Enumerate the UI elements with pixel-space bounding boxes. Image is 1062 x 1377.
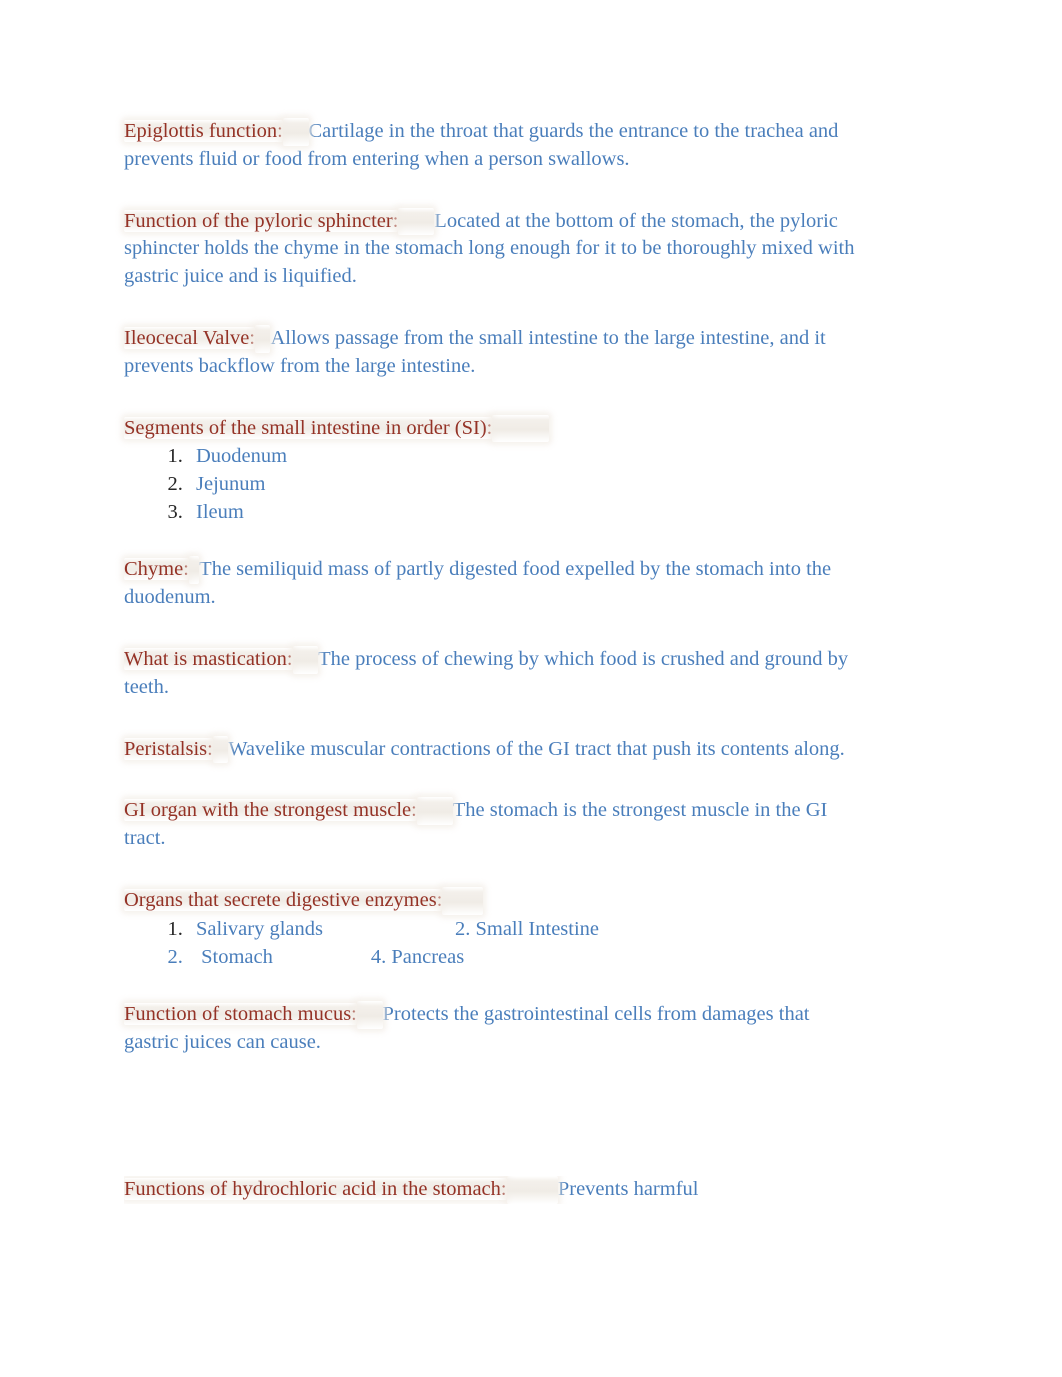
highlight-trail-stomach-mucus bbox=[356, 1000, 383, 1029]
qa-entry-stomach-mucus: Function of stomach mucus: Protects the … bbox=[124, 1000, 864, 1057]
qa-entry-small-intestine-segments: Segments of the small intestine in order… bbox=[124, 414, 864, 527]
qa-entry-strongest-muscle: GI organ with the strongest muscle: The … bbox=[124, 797, 864, 853]
highlight-trail-hydrochloric-acid bbox=[506, 1176, 558, 1205]
document-body: Epiglottis function: Cartilage in the th… bbox=[124, 118, 864, 1205]
list-item-label: Ileum bbox=[196, 501, 244, 524]
question-label-strongest-muscle: GI organ with the strongest muscle: bbox=[124, 799, 417, 822]
answer-text-hydrochloric-acid: Prevents harmful bbox=[557, 1178, 699, 1201]
highlight-trail-chyme bbox=[188, 556, 200, 585]
list-item-label-right: 4. Pancreas bbox=[370, 945, 465, 968]
list-item-label: Duodenum bbox=[196, 445, 288, 468]
question-row-small-intestine-segments: Segments of the small intestine in order… bbox=[124, 414, 864, 443]
list-item: Stomach 4. Pancreas bbox=[188, 943, 864, 971]
document-page: Epiglottis function: Cartilage in the th… bbox=[0, 0, 1062, 1377]
qa-entry-peristalsis: Peristalsis: Wavelike muscular contracti… bbox=[124, 735, 864, 764]
highlight-trail-small-intestine-segments bbox=[492, 414, 549, 443]
qa-entry-chyme: Chyme: The semiliquid mass of partly dig… bbox=[124, 556, 864, 612]
list-item-label: Jejunum bbox=[196, 473, 266, 496]
list-item: Salivary glands 2. Small Intestine bbox=[188, 915, 864, 943]
question-label-digestive-enzyme-organs: Organs that secrete digestive enzymes: bbox=[124, 888, 443, 911]
answer-text-peristalsis: Wavelike muscular contractions of the GI… bbox=[228, 737, 845, 760]
highlight-trail-peristalsis bbox=[212, 735, 229, 764]
qa-entry-hydrochloric-acid: Functions of hydrochloric acid in the st… bbox=[124, 1176, 884, 1205]
question-label-hydrochloric-acid: Functions of hydrochloric acid in the st… bbox=[124, 1178, 507, 1201]
list-item: Duodenum bbox=[188, 442, 864, 470]
highlight-trail-strongest-muscle bbox=[416, 797, 453, 826]
qa-entry-epiglottis: Epiglottis function: Cartilage in the th… bbox=[124, 118, 864, 174]
list-item: Jejunum bbox=[188, 470, 864, 498]
list-item-row: Salivary glands 2. Small Intestine bbox=[196, 915, 864, 943]
qa-entry-ileocecal-valve: Ileocecal Valve: Allows passage from the… bbox=[124, 324, 864, 381]
highlight-trail-pyloric-sphincter bbox=[398, 207, 435, 236]
list-item-row: Stomach 4. Pancreas bbox=[196, 943, 864, 971]
question-label-peristalsis: Peristalsis: bbox=[124, 737, 213, 760]
question-label-mastication: What is mastication: bbox=[124, 647, 293, 670]
highlight-trail-epiglottis bbox=[282, 118, 309, 146]
highlight-trail-mastication bbox=[292, 645, 319, 674]
question-label-chyme: Chyme: bbox=[124, 558, 189, 581]
qa-entry-digestive-enzyme-organs: Organs that secrete digestive enzymes: S… bbox=[124, 886, 864, 971]
digestive-enzyme-organ-list: Salivary glands 2. Small Intestine Stomac… bbox=[124, 915, 864, 971]
question-label-stomach-mucus: Function of stomach mucus: bbox=[124, 1002, 357, 1025]
highlight-trail-digestive-enzyme-organs bbox=[442, 886, 484, 915]
list-item: Ileum bbox=[188, 498, 864, 526]
question-label-ileocecal-valve: Ileocecal Valve: bbox=[124, 326, 256, 349]
qa-entry-pyloric-sphincter: Function of the pyloric sphincter: Locat… bbox=[124, 207, 864, 291]
question-label-small-intestine-segments: Segments of the small intestine in order… bbox=[124, 416, 493, 439]
list-item-label-left: Stomach bbox=[196, 945, 273, 968]
small-intestine-segment-list: Duodenum Jejunum Ileum bbox=[124, 442, 864, 526]
question-row-digestive-enzyme-organs: Organs that secrete digestive enzymes: bbox=[124, 886, 864, 915]
list-item-label-right: 2. Small Intestine bbox=[454, 917, 600, 940]
question-label-epiglottis: Epiglottis function: bbox=[124, 120, 283, 142]
answer-text-chyme: The semiliquid mass of partly digested f… bbox=[124, 558, 832, 609]
question-label-pyloric-sphincter: Function of the pyloric sphincter: bbox=[124, 209, 399, 232]
list-item-label-left: Salivary glands bbox=[196, 917, 323, 940]
qa-entry-mastication: What is mastication: The process of chew… bbox=[124, 645, 864, 702]
highlight-trail-ileocecal-valve bbox=[255, 324, 271, 353]
